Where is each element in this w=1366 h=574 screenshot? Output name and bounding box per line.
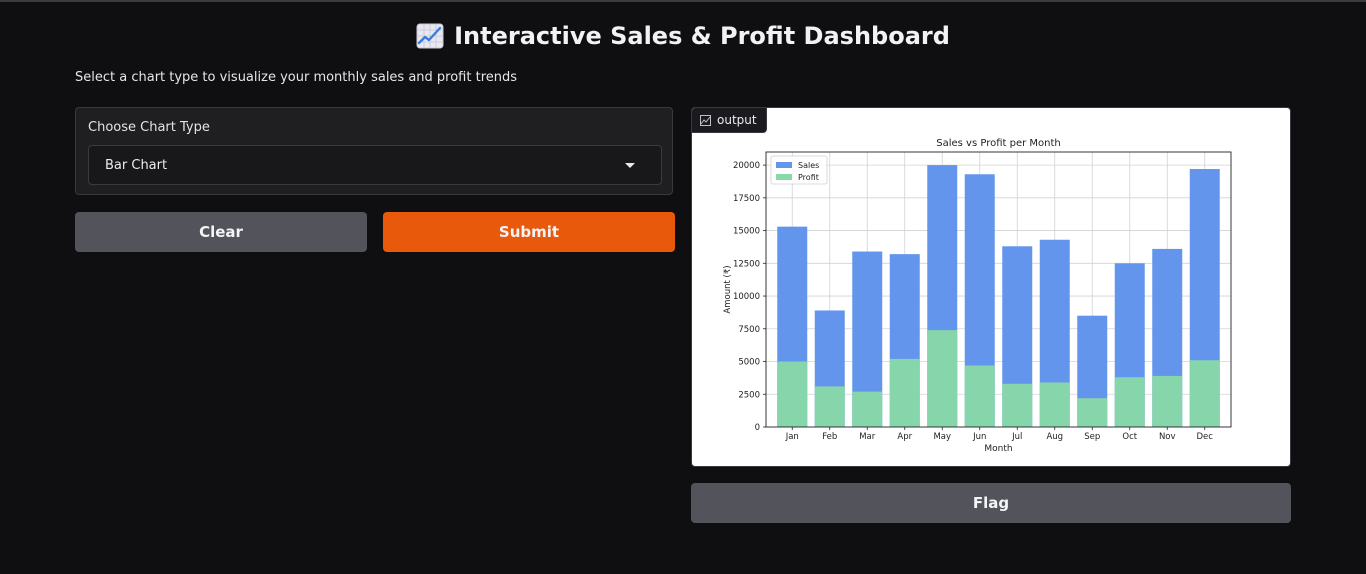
flag-button[interactable]: Flag bbox=[691, 483, 1291, 523]
clear-button[interactable]: Clear bbox=[75, 212, 367, 252]
profit-bar-sep bbox=[1077, 398, 1108, 427]
image-icon bbox=[700, 114, 711, 126]
profit-bar-dec bbox=[1189, 360, 1220, 427]
legend-swatch-profit bbox=[776, 174, 792, 180]
x-tick-label-jul: Jul bbox=[1011, 432, 1022, 442]
x-tick-label-jun: Jun bbox=[972, 432, 986, 442]
y-tick-label: 10000 bbox=[733, 292, 760, 302]
legend-label-profit: Profit bbox=[798, 173, 819, 182]
dropdown-label: Choose Chart Type bbox=[88, 120, 210, 135]
sales-profit-chart: 0 2500 5000 7500 10000 12500 15000 17500 20000 Ja… bbox=[723, 138, 1232, 454]
x-tick-label-dec: Dec bbox=[1197, 432, 1214, 442]
profit-bar-jul bbox=[1002, 383, 1033, 427]
x-tick-label-aug: Aug bbox=[1046, 432, 1063, 442]
legend-label-sales: Sales bbox=[798, 161, 819, 170]
x-tick-label-mar: Mar bbox=[859, 432, 876, 442]
output-image: 0 2500 5000 7500 10000 12500 15000 17500 20000 Ja… bbox=[691, 107, 1291, 467]
x-tick-label-may: May bbox=[933, 432, 951, 442]
profit-bar-mar bbox=[852, 391, 883, 427]
chart-type-panel: Choose Chart Type Bar Chart bbox=[75, 107, 673, 195]
page-header: Interactive Sales & Profit Dashboard bbox=[0, 18, 1366, 54]
y-tick-label: 12500 bbox=[733, 259, 760, 269]
x-tick-label-nov: Nov bbox=[1159, 432, 1176, 442]
x-tick-label-oct: Oct bbox=[1122, 432, 1137, 442]
y-tick-label: 5000 bbox=[738, 358, 760, 368]
profit-bar-jan bbox=[777, 361, 808, 427]
page-title: Interactive Sales & Profit Dashboard bbox=[454, 22, 950, 50]
profit-bar-may bbox=[927, 330, 958, 427]
x-tick-label-feb: Feb bbox=[822, 432, 837, 442]
y-tick-label: 17500 bbox=[733, 194, 760, 204]
y-tick-label: 20000 bbox=[733, 161, 760, 171]
y-tick-label: 0 bbox=[755, 423, 760, 433]
top-border bbox=[0, 0, 1366, 2]
output-label: output bbox=[692, 108, 767, 133]
chart-title: Sales vs Profit per Month bbox=[936, 138, 1061, 149]
caret-down-icon bbox=[625, 163, 635, 168]
y-tick-label: 15000 bbox=[733, 227, 760, 237]
page-subtitle: Select a chart type to visualize your mo… bbox=[75, 70, 518, 85]
profit-bar-jun bbox=[964, 365, 995, 427]
y-tick-label: 2500 bbox=[738, 390, 760, 400]
chart-type-dropdown[interactable]: Bar Chart bbox=[88, 145, 662, 185]
chart-increasing-icon bbox=[416, 23, 444, 49]
output-label-text: output bbox=[717, 113, 757, 127]
x-tick-label-sep: Sep bbox=[1084, 432, 1100, 442]
profit-bar-apr bbox=[889, 358, 920, 427]
profit-bar-aug bbox=[1039, 382, 1070, 427]
y-axis-label: Amount (₹) bbox=[723, 265, 733, 313]
y-tick-label: 7500 bbox=[738, 325, 760, 335]
dropdown-value: Bar Chart bbox=[105, 157, 168, 173]
submit-button[interactable]: Submit bbox=[383, 212, 675, 252]
profit-bar-nov bbox=[1152, 375, 1183, 427]
x-tick-label-apr: Apr bbox=[897, 432, 912, 442]
profit-bar-feb bbox=[814, 386, 845, 427]
profit-bar-oct bbox=[1114, 377, 1145, 427]
legend-swatch-sales bbox=[776, 162, 792, 168]
x-tick-label-jan: Jan bbox=[785, 432, 799, 442]
x-axis-label: Month bbox=[984, 444, 1012, 454]
